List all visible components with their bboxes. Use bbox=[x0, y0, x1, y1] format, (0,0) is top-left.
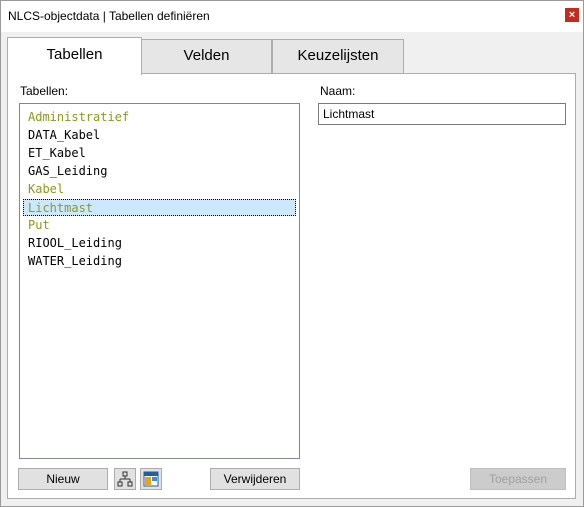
list-item[interactable]: GAS_Leiding bbox=[24, 163, 107, 180]
table-color-button[interactable] bbox=[140, 468, 162, 490]
new-button[interactable]: Nieuw bbox=[18, 468, 108, 490]
list-item[interactable]: DATA_Kabel bbox=[24, 127, 100, 144]
name-input[interactable]: Lichtmast bbox=[318, 103, 566, 125]
list-item[interactable]: Put bbox=[24, 217, 50, 234]
tables-label: Tabellen: bbox=[20, 84, 69, 98]
hierarchy-button[interactable] bbox=[114, 468, 136, 490]
close-button[interactable]: × bbox=[565, 8, 579, 22]
list-item[interactable]: WATER_Leiding bbox=[24, 253, 122, 270]
hierarchy-icon bbox=[117, 471, 133, 487]
list-item-selected[interactable]: Lichtmast bbox=[23, 199, 296, 216]
tab-velden[interactable]: Velden bbox=[141, 39, 272, 73]
tab-keuzelijsten[interactable]: Keuzelijsten bbox=[272, 39, 404, 73]
list-item[interactable]: Administratief bbox=[24, 109, 129, 126]
window-title: NLCS-objectdata | Tabellen definiëren bbox=[8, 9, 210, 23]
list-item[interactable]: ET_Kabel bbox=[24, 145, 86, 162]
table-color-icon bbox=[143, 471, 159, 487]
name-label: Naam: bbox=[320, 84, 356, 98]
apply-button[interactable]: Toepassen bbox=[470, 468, 566, 490]
list-item[interactable]: Kabel bbox=[24, 181, 64, 198]
delete-button[interactable]: Verwijderen bbox=[210, 468, 300, 490]
tab-tabellen[interactable]: Tabellen bbox=[7, 37, 142, 75]
tables-listbox[interactable]: Administratief DATA_Kabel ET_Kabel GAS_L… bbox=[19, 103, 300, 459]
list-item[interactable]: RIOOL_Leiding bbox=[24, 235, 122, 252]
title-bar: NLCS-objectdata | Tabellen definiëren × bbox=[0, 0, 584, 32]
